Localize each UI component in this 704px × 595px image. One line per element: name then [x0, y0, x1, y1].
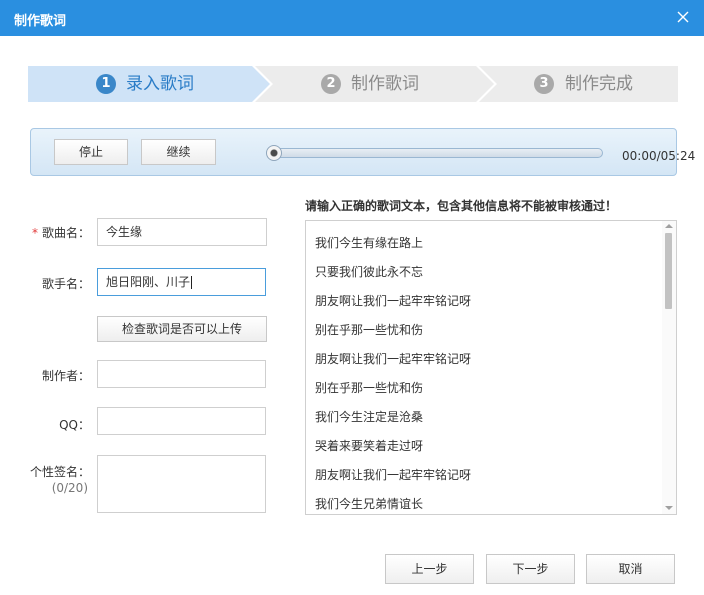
step-wizard: 1 录入歌词 2 制作歌词 3 制作完成: [28, 66, 678, 102]
progress-track[interactable]: [271, 148, 603, 158]
scrollbar-thumb[interactable]: [665, 233, 672, 309]
scroll-down-arrow-icon[interactable]: [665, 506, 673, 510]
lyrics-line: 哭着来要笑着走过呀: [315, 439, 424, 453]
step-3-number: 3: [534, 74, 554, 94]
qq-label: QQ：: [59, 418, 90, 432]
step-2-label: 制作歌词: [351, 74, 419, 94]
lyrics-line: 只要我们彼此永不忘: [315, 265, 424, 279]
singer-label: 歌手名：: [41, 277, 90, 291]
progress-slider-handle[interactable]: [266, 145, 282, 161]
text-cursor: [191, 276, 193, 289]
lyrics-line: 别在乎那一些忧和伤: [315, 323, 424, 337]
lyrics-line: 我们今生有缘在路上: [315, 236, 424, 250]
signature-textarea[interactable]: [97, 455, 266, 513]
lyrics-hint: 请输入正确的歌词文本，包含其他信息将不能被审核通过！: [305, 199, 618, 213]
lyrics-line: 我们今生注定是沧桑: [315, 410, 424, 424]
lyrics-line: 我们今生兄弟情谊长: [315, 497, 424, 511]
author-label: 制作者：: [41, 369, 90, 383]
title-bar: 制作歌词: [0, 0, 704, 36]
lyrics-line: 朋友啊让我们一起牢牢铭记呀: [315, 468, 472, 482]
author-input[interactable]: [97, 360, 266, 388]
step-2-number: 2: [321, 74, 341, 94]
step-1-label: 录入歌词: [126, 74, 194, 94]
player-bar: 停止 继续 00:00/05:24: [30, 128, 695, 176]
singer-input-text: 旭日阳刚、川子: [106, 275, 191, 289]
step-2: 2 制作歌词: [255, 66, 495, 102]
lyrics-line: 别在乎那一些忧和伤: [315, 381, 424, 395]
song-name-label-text: 歌曲名：: [41, 226, 90, 240]
step-3-label: 制作完成: [565, 74, 633, 94]
song-name-label: * 歌曲名：: [20, 224, 90, 241]
step-3: 3 制作完成: [479, 66, 678, 102]
next-step-button[interactable]: 下一步: [486, 554, 575, 584]
continue-button[interactable]: 继续: [141, 139, 216, 165]
step-1: 1 录入歌词: [28, 66, 270, 102]
lyrics-scrollbar[interactable]: [662, 221, 676, 514]
song-name-input[interactable]: 今生缘: [97, 218, 267, 246]
required-asterisk: *: [31, 226, 38, 240]
step-1-number: 1: [96, 74, 116, 94]
signature-label: 个性签名：: [29, 465, 90, 479]
stop-button[interactable]: 停止: [54, 139, 128, 165]
scroll-up-arrow-icon[interactable]: [665, 224, 673, 228]
previous-step-button[interactable]: 上一步: [385, 554, 474, 584]
time-readout: 00:00/05:24: [622, 149, 696, 163]
cancel-button[interactable]: 取消: [586, 554, 675, 584]
check-lyrics-button[interactable]: 检查歌词是否可以上传: [97, 316, 267, 342]
qq-input[interactable]: [97, 407, 266, 435]
singer-input[interactable]: 旭日阳刚、川子: [97, 268, 266, 296]
lyrics-line: 朋友啊让我们一起牢牢铭记呀: [315, 294, 472, 308]
signature-count: (0/20): [51, 481, 88, 495]
window-title: 制作歌词: [14, 14, 67, 29]
close-icon[interactable]: [676, 10, 690, 24]
lyrics-textarea[interactable]: 我们今生有缘在路上 只要我们彼此永不忘 朋友啊让我们一起牢牢铭记呀 别在乎那一些…: [305, 220, 677, 515]
lyrics-line: 朋友啊让我们一起牢牢铭记呀: [315, 352, 472, 366]
